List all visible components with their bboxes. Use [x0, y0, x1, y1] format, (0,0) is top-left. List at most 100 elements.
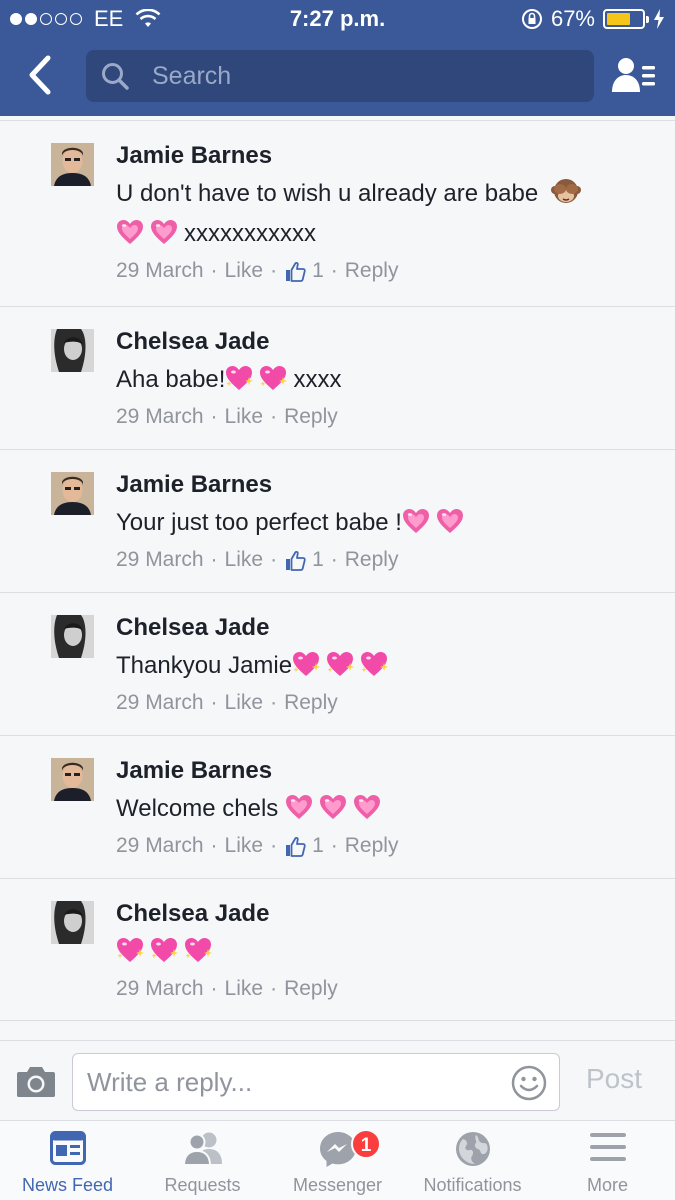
comment-thread: Jamie Barnes U don't have to wish u alre…: [0, 120, 675, 1021]
reply-link[interactable]: Reply: [284, 688, 338, 718]
back-button[interactable]: [20, 52, 60, 98]
search-icon: [102, 63, 129, 90]
sparkling-heart-icon: [326, 651, 354, 677]
like-link[interactable]: Like: [225, 402, 264, 432]
heart-emoji-icon: [353, 794, 381, 820]
tab-requests[interactable]: Requests: [135, 1121, 270, 1200]
comment-text: [116, 932, 655, 972]
comment-author[interactable]: Jamie Barnes: [116, 756, 655, 786]
sparkling-heart-icon: [116, 937, 144, 963]
tab-label: News Feed: [21, 1175, 114, 1195]
see-no-evil-monkey-icon: [550, 179, 581, 203]
heart-emoji-icon: [402, 508, 430, 534]
avatar[interactable]: [51, 329, 94, 372]
rotation-lock-icon: [521, 9, 542, 29]
like-link[interactable]: Like: [225, 831, 264, 861]
charging-icon: [654, 9, 664, 29]
like-count[interactable]: 1: [312, 545, 324, 575]
comment-text: Welcome chels: [116, 789, 655, 829]
comment-date: 29 March: [116, 548, 204, 571]
heart-emoji-icon: [116, 219, 144, 245]
tab-notifications[interactable]: Notifications: [405, 1121, 540, 1200]
tab-messenger[interactable]: 1 Messenger: [270, 1121, 405, 1200]
sparkling-heart-icon: [184, 937, 212, 963]
comment-item: Jamie Barnes U don't have to wish u alre…: [0, 120, 675, 306]
reply-link[interactable]: Reply: [284, 974, 338, 1004]
heart-emoji-icon: [150, 219, 178, 245]
comment-author[interactable]: Chelsea Jade: [116, 327, 655, 357]
news-feed-icon: [49, 1131, 86, 1165]
search-input[interactable]: [152, 61, 552, 91]
avatar[interactable]: [51, 615, 94, 658]
globe-icon: [455, 1132, 490, 1166]
comment-item: Jamie Barnes Welcome chels 29 March · Li…: [0, 735, 675, 878]
battery-percent: 67%: [550, 6, 595, 31]
heart-emoji-icon: [285, 794, 313, 820]
thumbs-up-icon: [284, 835, 306, 857]
comment-author[interactable]: Jamie Barnes: [116, 470, 655, 500]
thumbs-up-icon: [284, 549, 306, 571]
like-link[interactable]: Like: [225, 256, 264, 286]
avatar[interactable]: [51, 143, 94, 186]
reply-composer: Post: [0, 1040, 675, 1120]
hamburger-menu-icon: [589, 1133, 626, 1161]
post-button[interactable]: Post: [586, 1063, 642, 1095]
emoji-picker-icon[interactable]: [511, 1065, 547, 1101]
heart-emoji-icon: [436, 508, 464, 534]
reply-link[interactable]: Reply: [284, 402, 338, 432]
avatar[interactable]: [51, 758, 94, 801]
like-link[interactable]: Like: [225, 688, 264, 718]
comment-date: 29 March: [116, 259, 204, 282]
tab-label: Notifications: [423, 1175, 522, 1195]
comment-date: 29 March: [116, 405, 204, 428]
like-link[interactable]: Like: [225, 545, 264, 575]
comment-date: 29 March: [116, 834, 204, 857]
reply-link[interactable]: Reply: [345, 545, 399, 575]
comment-item: Chelsea Jade Aha babe! xxxx 29 March · Li…: [0, 306, 675, 449]
comment-meta: 29 March · Like · Reply: [116, 688, 655, 718]
comment-item: Chelsea Jade 29 March · Like · Reply: [0, 878, 675, 1021]
avatar[interactable]: [51, 472, 94, 515]
comment-date: 29 March: [116, 691, 204, 714]
reply-link[interactable]: Reply: [345, 831, 399, 861]
messenger-icon: [319, 1132, 356, 1167]
comment-meta: 29 March · Like · Reply: [116, 974, 655, 1004]
sparkling-heart-icon: [150, 937, 178, 963]
sparkling-heart-icon: [259, 365, 287, 391]
comment-text: U don't have to wish u already are babe …: [116, 174, 655, 254]
reply-link[interactable]: Reply: [345, 256, 399, 286]
comment-item: Jamie Barnes Your just too perfect babe …: [0, 449, 675, 592]
friend-list-button[interactable]: [609, 52, 659, 98]
heart-emoji-icon: [319, 794, 347, 820]
like-count[interactable]: 1: [312, 256, 324, 286]
comment-text: Thankyou Jamie: [116, 646, 655, 686]
like-count[interactable]: 1: [312, 831, 324, 861]
reply-input[interactable]: [87, 1054, 497, 1110]
bottom-tab-bar: News Feed Requests 1 Messenger Notificat…: [0, 1120, 675, 1200]
camera-icon[interactable]: [16, 1063, 56, 1099]
reply-input-container: [72, 1053, 560, 1111]
comment-meta: 29 March · Like · 1 · Reply: [116, 831, 655, 861]
comment-meta: 29 March · Like · 1 · Reply: [116, 256, 655, 286]
comment-author[interactable]: Chelsea Jade: [116, 899, 655, 929]
comment-text: Your just too perfect babe !: [116, 503, 655, 543]
sparkling-heart-icon: [292, 651, 320, 677]
avatar[interactable]: [51, 901, 94, 944]
like-link[interactable]: Like: [225, 974, 264, 1004]
comment-meta: 29 March · Like · Reply: [116, 402, 655, 432]
comment-author[interactable]: Chelsea Jade: [116, 613, 655, 643]
search-bar[interactable]: [86, 50, 594, 102]
tab-label: More: [586, 1175, 628, 1195]
sparkling-heart-icon: [225, 365, 253, 391]
top-nav-bar: EE 7:27 p.m. 67%: [0, 0, 675, 116]
friend-requests-icon: [182, 1132, 222, 1165]
tab-label: Requests: [164, 1175, 241, 1195]
comment-author[interactable]: Jamie Barnes: [116, 141, 655, 171]
comment-date: 29 March: [116, 977, 204, 1000]
sparkling-heart-icon: [360, 651, 388, 677]
tab-more[interactable]: More: [540, 1121, 675, 1200]
thumbs-up-icon: [284, 260, 306, 282]
tab-news-feed[interactable]: News Feed: [0, 1121, 135, 1200]
comment-meta: 29 March · Like · 1 · Reply: [116, 545, 655, 575]
battery-icon: [603, 9, 649, 29]
